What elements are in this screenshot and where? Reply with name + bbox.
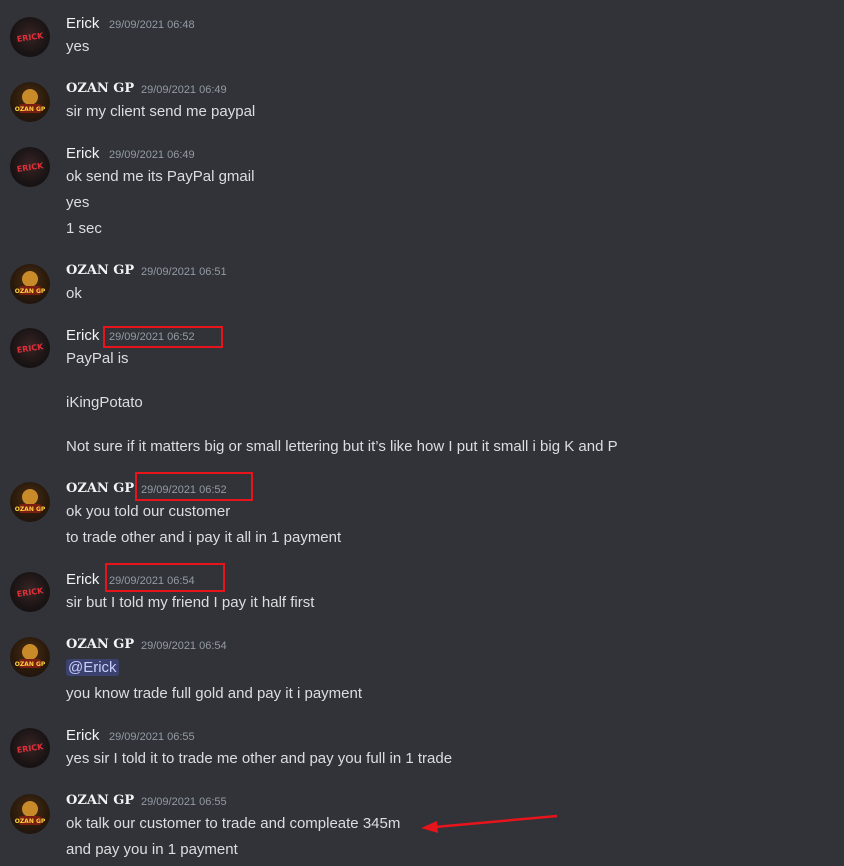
message-text: PayPal is <box>66 350 129 367</box>
author-name[interactable]: OZAN GP <box>66 637 134 652</box>
highlight-box <box>105 563 225 592</box>
avatar-logo-text: OZAN GP <box>15 288 46 295</box>
author-name[interactable]: OZAN GP <box>66 81 134 96</box>
avatar-ozan-gp[interactable]: OZAN GP <box>10 264 50 304</box>
message-text: yes <box>66 194 90 211</box>
author-name[interactable]: Erick <box>66 727 99 744</box>
timestamp: 29/09/2021 06:55 <box>109 731 195 743</box>
author-name[interactable]: OZAN GP <box>66 793 134 808</box>
timestamp: 29/09/2021 06:51 <box>141 266 227 278</box>
avatar-ozan-gp[interactable]: OZAN GP <box>10 482 50 522</box>
message-text: yes sir I told it to trade me other and … <box>66 750 453 767</box>
timestamp: 29/09/2021 06:55 <box>141 796 227 808</box>
avatar-logo-text: ERICK <box>16 742 44 755</box>
avatar-logo-text: OZAN GP <box>15 506 46 513</box>
message-text: and pay you in 1 payment <box>66 841 238 858</box>
timestamp: 29/09/2021 06:49 <box>141 84 227 96</box>
message-text: @Erick <box>66 659 119 676</box>
message-text: ok you told our customer <box>66 503 231 520</box>
highlight-box <box>135 472 253 501</box>
avatar-erick[interactable]: ERICK <box>10 572 50 612</box>
avatar-logo-text: OZAN GP <box>15 106 46 113</box>
author-name[interactable]: Erick <box>66 15 99 32</box>
message-text: sir my client send me paypal <box>66 103 256 120</box>
avatar-logo-text: ERICK <box>16 586 44 599</box>
avatar-erick[interactable]: ERICK <box>10 328 50 368</box>
timestamp: 29/09/2021 06:54 <box>141 640 227 652</box>
author-name[interactable]: Erick <box>66 571 99 588</box>
message-text: iKingPotato <box>66 394 143 411</box>
message-text: to trade other and i pay it all in 1 pay… <box>66 529 342 546</box>
message-text: yes <box>66 38 90 55</box>
annotation-arrow <box>421 814 558 833</box>
message-text: you know trade full gold and pay it i pa… <box>66 685 363 702</box>
author-name[interactable]: OZAN GP <box>66 263 134 278</box>
message-text: ok talk our customer to trade and comple… <box>66 815 401 832</box>
author-name[interactable]: OZAN GP <box>66 481 134 496</box>
message-text: Not sure if it matters big or small lett… <box>66 438 618 455</box>
avatar-erick[interactable]: ERICK <box>10 147 50 187</box>
timestamp: 29/09/2021 06:48 <box>109 19 195 31</box>
avatar-erick[interactable]: ERICK <box>10 17 50 57</box>
avatar-logo-text: OZAN GP <box>15 661 46 668</box>
author-name[interactable]: Erick <box>66 145 99 162</box>
author-name[interactable]: Erick <box>66 327 99 344</box>
message-text: sir but I told my friend I pay it half f… <box>66 594 315 611</box>
avatar-logo-text: ERICK <box>16 161 44 174</box>
message-text: ok <box>66 285 82 302</box>
avatar-logo-text: ERICK <box>16 31 44 44</box>
timestamp: 29/09/2021 06:49 <box>109 149 195 161</box>
avatar-ozan-gp[interactable]: OZAN GP <box>10 82 50 122</box>
avatar-erick[interactable]: ERICK <box>10 728 50 768</box>
avatar-ozan-gp[interactable]: OZAN GP <box>10 637 50 677</box>
avatar-logo-text: OZAN GP <box>15 818 46 825</box>
avatar-logo-text: ERICK <box>16 342 44 355</box>
message-text: 1 sec <box>66 220 102 237</box>
highlight-box <box>103 326 223 348</box>
user-mention[interactable]: @Erick <box>66 659 119 676</box>
message-text: ok send me its PayPal gmail <box>66 168 255 185</box>
avatar-ozan-gp[interactable]: OZAN GP <box>10 794 50 834</box>
